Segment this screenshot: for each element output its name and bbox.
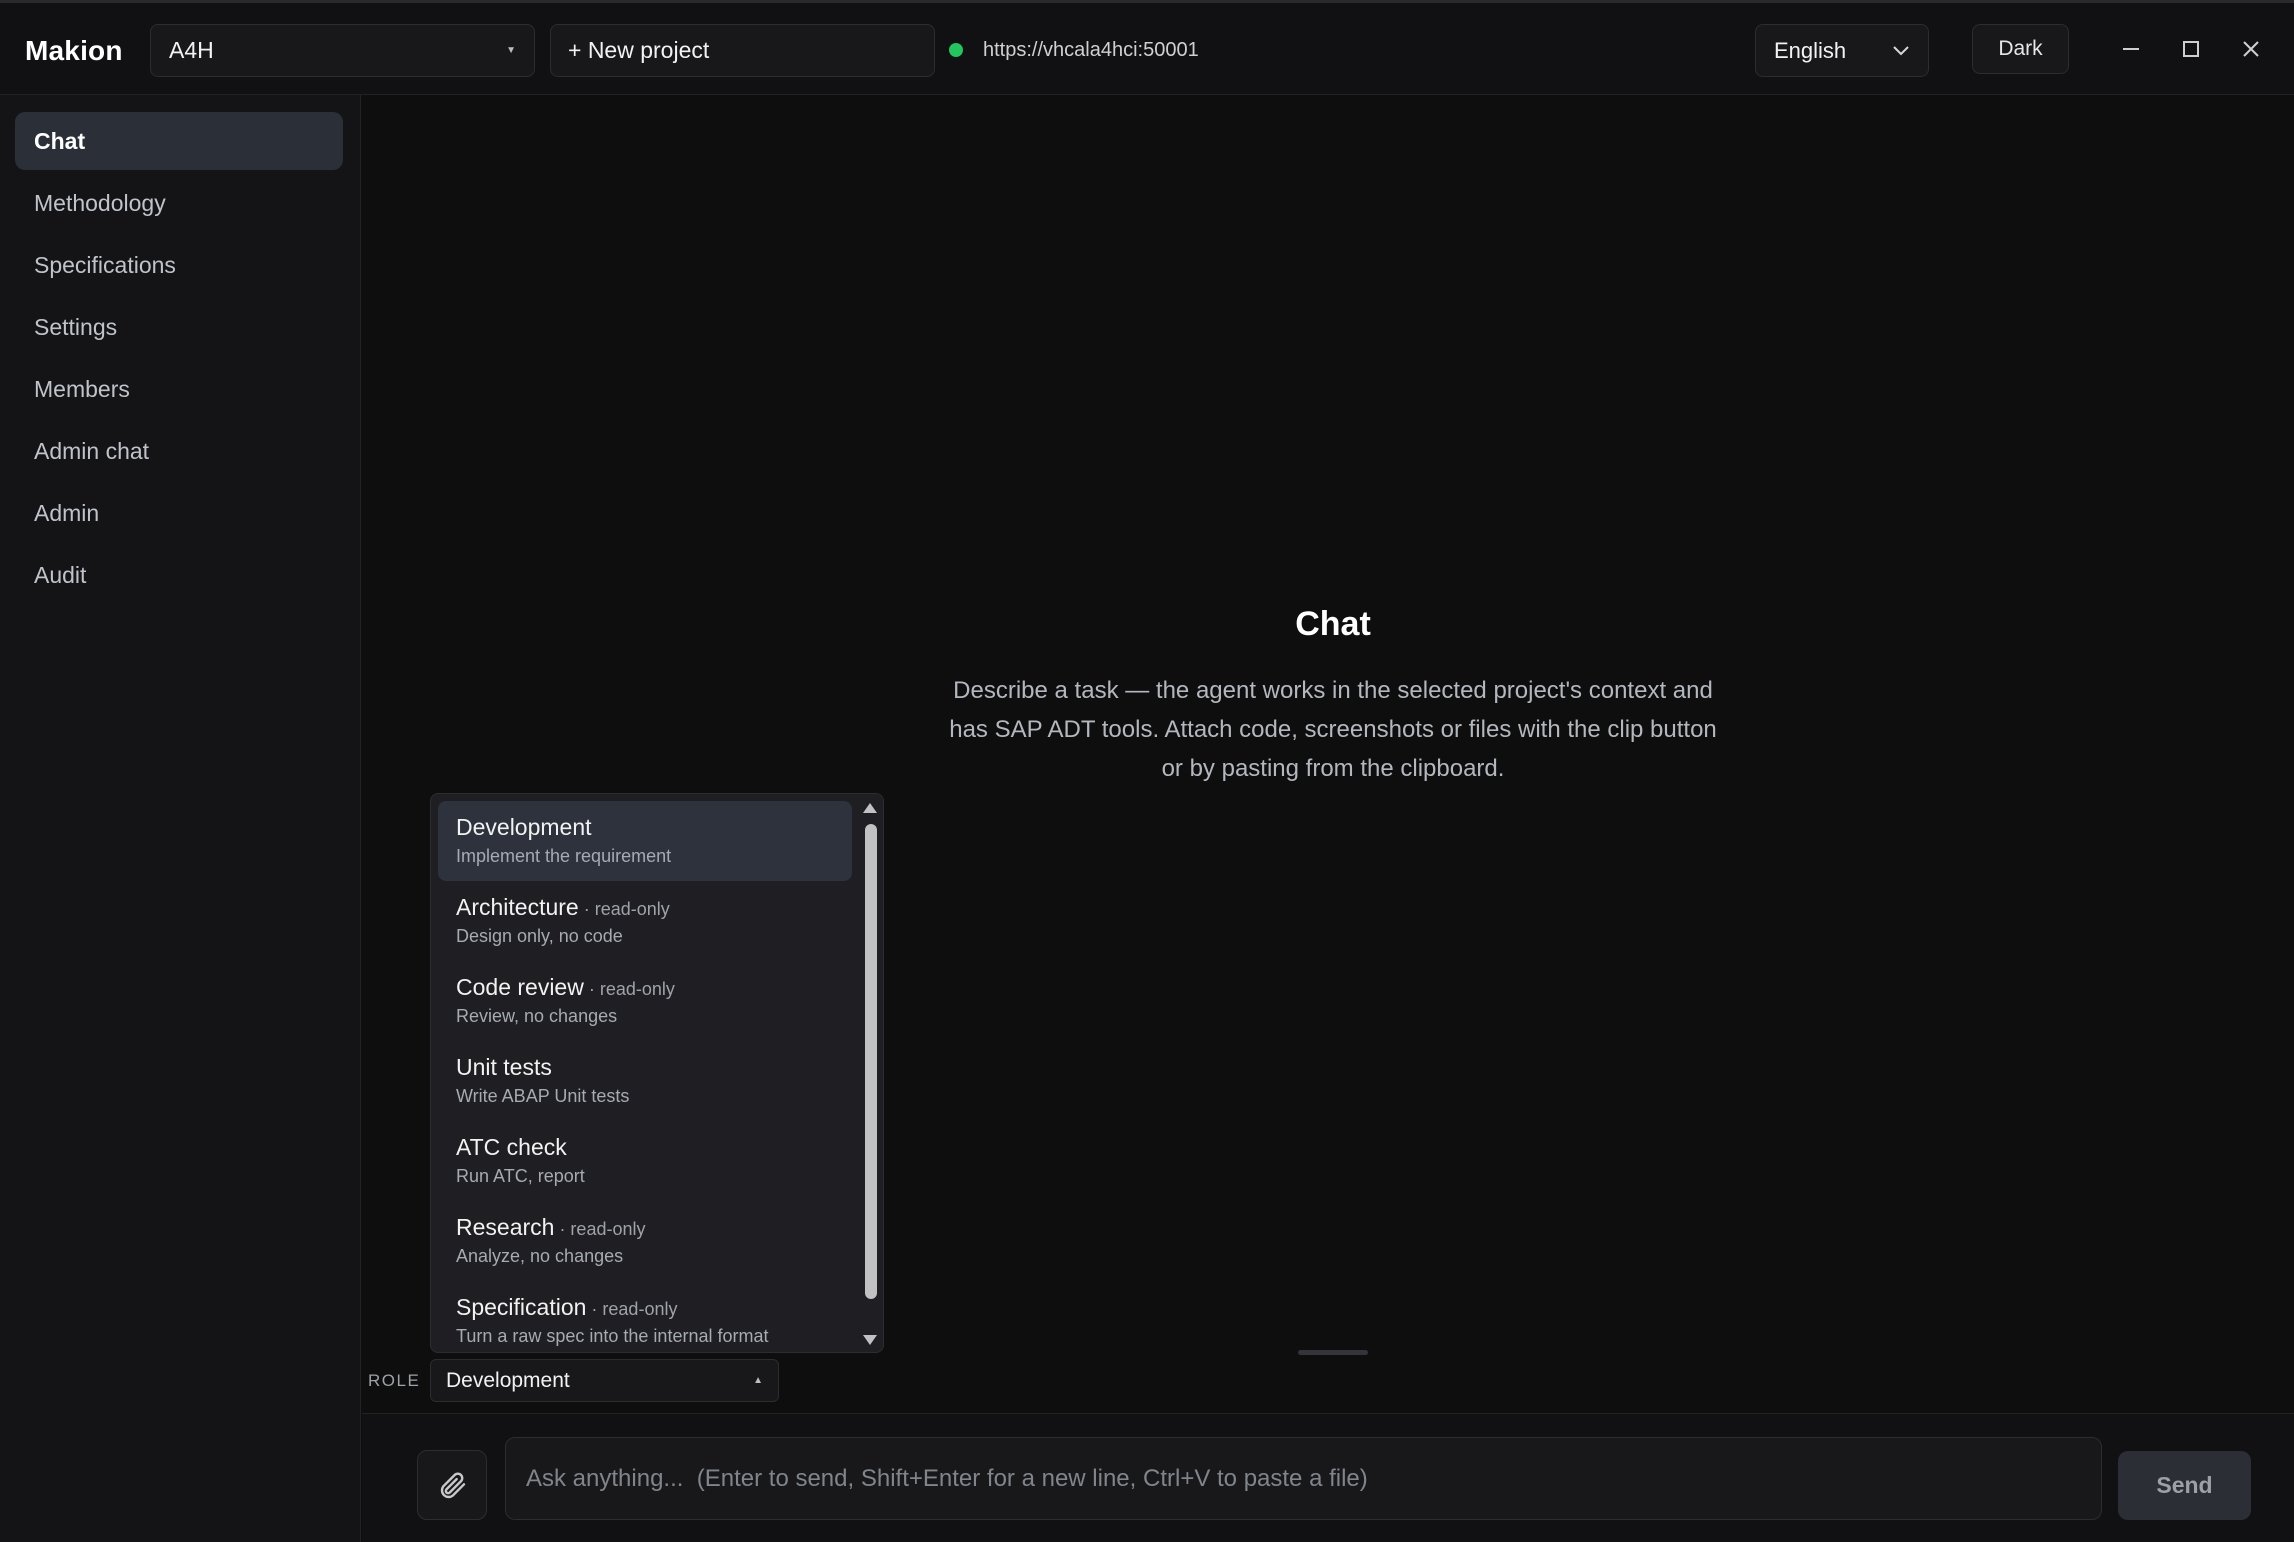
triangle-down-icon <box>863 1335 877 1345</box>
close-window-button[interactable] <box>2233 31 2269 67</box>
sidebar-item-chat[interactable]: Chat <box>15 112 343 170</box>
sidebar-item-label: Admin chat <box>34 437 150 464</box>
role-option-desc: Design only, no code <box>456 926 623 946</box>
paperclip-icon <box>440 1472 466 1499</box>
minimize-icon <box>2123 48 2139 50</box>
sidebar-item-label: Admin <box>34 499 100 526</box>
role-option-unit-tests[interactable]: Unit tests Write ABAP Unit tests <box>438 1041 852 1121</box>
empty-state-description: Describe a task — the agent works in the… <box>949 677 1717 782</box>
server-url: https://vhcala4hci:50001 <box>983 39 1199 61</box>
role-option-name: ATC check <box>456 1134 567 1160</box>
sidebar-item-label: Audit <box>34 561 87 588</box>
chevron-down-icon <box>1893 45 1909 55</box>
close-icon <box>2243 41 2259 57</box>
role-option-name: Research <box>456 1214 555 1240</box>
sidebar-item-admin[interactable]: Admin <box>15 484 343 542</box>
role-option-name: Architecture <box>456 894 579 920</box>
triangle-up-icon <box>863 803 877 813</box>
project-select-value: A4H <box>169 37 214 63</box>
dropdown-scrollbar[interactable] <box>857 794 883 1352</box>
sidebar: Chat Methodology Specifications Settings… <box>0 95 361 1542</box>
theme-toggle-label: Dark <box>1998 37 2043 60</box>
sidebar-item-label: Members <box>34 375 130 402</box>
role-select[interactable]: Development ▲ <box>430 1359 779 1402</box>
role-option-atc-check[interactable]: ATC check Run ATC, report <box>438 1121 852 1201</box>
caret-down-icon: ▼ <box>506 45 516 56</box>
role-option-tag: · read-only <box>583 979 675 999</box>
sidebar-item-members[interactable]: Members <box>15 360 343 418</box>
app-logo: Makion <box>25 35 123 66</box>
project-select[interactable]: A4H ▼ <box>150 24 535 77</box>
role-option-desc: Analyze, no changes <box>456 1246 624 1266</box>
maximize-button[interactable] <box>2173 31 2209 67</box>
sidebar-item-label: Methodology <box>34 189 166 216</box>
role-option-desc: Review, no changes <box>456 1006 618 1026</box>
maximize-icon <box>2183 41 2199 57</box>
page-title: Chat <box>1295 605 1371 643</box>
role-dropdown-menu: Development Implement the requirement Ar… <box>430 793 884 1353</box>
sidebar-item-specifications[interactable]: Specifications <box>15 236 343 294</box>
attach-file-button[interactable] <box>417 1450 487 1520</box>
language-select-value: English <box>1774 37 1847 63</box>
sidebar-item-settings[interactable]: Settings <box>15 298 343 356</box>
role-option-name: Development <box>456 814 592 840</box>
caret-up-icon: ▲ <box>753 1375 763 1386</box>
sidebar-item-label: Chat <box>34 127 86 154</box>
role-option-name: Specification <box>456 1294 587 1320</box>
sidebar-item-audit[interactable]: Audit <box>15 546 343 604</box>
new-project-button[interactable]: + New project <box>550 24 935 77</box>
role-option-desc: Write ABAP Unit tests <box>456 1086 630 1106</box>
new-project-label: + New project <box>568 37 710 63</box>
connection-status-icon <box>949 43 963 57</box>
scroll-up-button[interactable] <box>857 796 883 820</box>
theme-toggle-button[interactable]: Dark <box>1972 24 2069 74</box>
send-button[interactable]: Send <box>2118 1451 2251 1520</box>
role-option-research[interactable]: Research · read-only Analyze, no changes <box>438 1201 852 1281</box>
resize-handle[interactable] <box>1298 1350 1368 1355</box>
sidebar-item-label: Specifications <box>34 251 176 278</box>
role-option-name: Code review <box>456 974 584 1000</box>
sidebar-item-label: Settings <box>34 313 118 340</box>
role-select-value: Development <box>446 1368 570 1392</box>
role-option-desc: Implement the requirement <box>456 846 672 866</box>
language-select[interactable]: English <box>1755 24 1929 77</box>
role-option-tag: · read-only <box>586 1299 678 1319</box>
role-option-name: Unit tests <box>456 1054 552 1080</box>
role-option-desc: Run ATC, report <box>456 1166 585 1186</box>
sidebar-item-admin-chat[interactable]: Admin chat <box>15 422 343 480</box>
sidebar-item-methodology[interactable]: Methodology <box>15 174 343 232</box>
composer-bar: Send <box>362 1413 2294 1542</box>
role-option-code-review[interactable]: Code review · read-only Review, no chang… <box>438 961 852 1041</box>
role-option-tag: · read-only <box>554 1219 646 1239</box>
role-option-tag: · read-only <box>578 899 670 919</box>
minimize-button[interactable] <box>2113 31 2149 67</box>
scroll-down-button[interactable] <box>857 1328 883 1352</box>
header-bar: Makion A4H ▼ + New project https://vhcal… <box>0 3 2294 95</box>
role-option-specification[interactable]: Specification · read-only Turn a raw spe… <box>438 1281 852 1352</box>
role-option-development[interactable]: Development Implement the requirement <box>438 801 852 881</box>
app-window: Makion A4H ▼ + New project https://vhcal… <box>0 0 2294 1542</box>
role-label: ROLE <box>368 1371 421 1390</box>
role-option-desc: Turn a raw spec into the internal format <box>456 1326 769 1346</box>
role-option-architecture[interactable]: Architecture · read-only Design only, no… <box>438 881 852 961</box>
message-input[interactable] <box>505 1437 2102 1520</box>
scrollbar-thumb[interactable] <box>865 824 877 1299</box>
